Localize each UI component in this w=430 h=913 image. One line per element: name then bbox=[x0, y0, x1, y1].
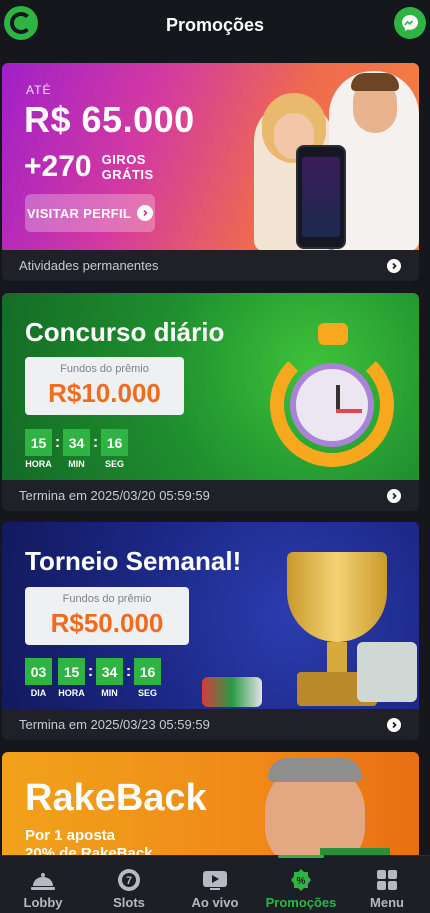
prize-fund-label: Fundos do prêmio bbox=[60, 363, 149, 375]
promo-title: Torneio Semanal! bbox=[25, 546, 242, 576]
nav-label: Ao vivo bbox=[191, 895, 239, 910]
nav-item-live[interactable]: Ao vivo bbox=[172, 856, 258, 913]
nav-label: Lobby bbox=[23, 895, 63, 910]
nav-item-menu[interactable]: Menu bbox=[344, 856, 430, 913]
promo-title: Concurso diário bbox=[25, 317, 225, 347]
nav-label: Slots bbox=[113, 895, 145, 910]
timer-minutes-label: MIN bbox=[101, 688, 118, 698]
timer-seconds: 16 bbox=[134, 658, 161, 685]
promo-banner-daily-contest[interactable]: Concurso diário Fundos do prêmio R$10.00… bbox=[2, 293, 419, 480]
promo-card-daily-contest[interactable]: Concurso diário Fundos do prêmio R$10.00… bbox=[2, 293, 419, 511]
bottom-navigation: Lobby 7 Slots Ao vivo % Promoções Menu bbox=[0, 855, 430, 913]
prize-fund-box: Fundos do prêmio R$50.000 bbox=[25, 587, 189, 645]
promo-footer-text: Termina em 2025/03/23 05:59:59 bbox=[19, 717, 210, 732]
nav-item-promotions[interactable]: % Promoções bbox=[258, 856, 344, 913]
chevron-right-icon[interactable] bbox=[387, 488, 401, 503]
timer-minutes-label: MIN bbox=[68, 459, 85, 469]
slot-icon: 7 bbox=[117, 868, 141, 892]
promo-banner-welcome[interactable]: ATÉ R$ 65.000 +270 GIROS GRÁTIS VISITAR … bbox=[2, 63, 419, 250]
nav-label: Promoções bbox=[265, 895, 337, 910]
messenger-icon[interactable] bbox=[394, 7, 426, 39]
timer-seconds-label: SEG bbox=[104, 459, 124, 469]
bell-icon bbox=[30, 868, 56, 892]
promo-card-rakeback[interactable]: RakeBack Por 1 aposta 20% de RakeBack bbox=[2, 752, 419, 862]
timer-seconds-label: SEG bbox=[137, 688, 157, 698]
timer-days: 03 bbox=[25, 658, 52, 685]
visit-profile-button[interactable]: VISITAR PERFIL bbox=[25, 194, 155, 232]
promo-footer[interactable]: Termina em 2025/03/23 05:59:59 bbox=[2, 709, 419, 740]
grid-menu-icon bbox=[376, 868, 398, 892]
promo-footer[interactable]: Atividades permanentes bbox=[2, 250, 419, 281]
promo-subtitle-line1: Por 1 aposta bbox=[25, 827, 116, 844]
svg-text:%: % bbox=[297, 876, 306, 887]
free-spins-line1: GIROS bbox=[101, 152, 146, 167]
promo-card-welcome[interactable]: ATÉ R$ 65.000 +270 GIROS GRÁTIS VISITAR … bbox=[2, 63, 419, 281]
promo-title: RakeBack bbox=[25, 777, 207, 819]
free-spins: +270 GIROS GRÁTIS bbox=[24, 150, 154, 184]
timer-hours: 15 bbox=[25, 429, 52, 456]
promo-footer-text: Atividades permanentes bbox=[19, 258, 159, 273]
promo-footer-text: Termina em 2025/03/20 05:59:59 bbox=[19, 488, 210, 503]
chevron-right-icon[interactable] bbox=[387, 717, 401, 732]
trophy-image bbox=[202, 547, 417, 709]
countdown-timer: 03 DIA 15 HORA : 34 MIN : 16 SEG bbox=[25, 658, 161, 698]
timer-seconds: 16 bbox=[101, 429, 128, 456]
top-header: Promoções bbox=[0, 0, 430, 50]
nav-item-lobby[interactable]: Lobby bbox=[0, 856, 86, 913]
promo-card-weekly-tournament[interactable]: Torneio Semanal! Fundos do prêmio R$50.0… bbox=[2, 522, 419, 740]
timer-days-label: DIA bbox=[30, 688, 47, 698]
free-spins-count: +270 bbox=[24, 150, 92, 183]
promo-prefix: ATÉ bbox=[26, 83, 52, 97]
promo-footer[interactable]: Termina em 2025/03/20 05:59:59 bbox=[2, 480, 419, 511]
promo-banner-weekly-tournament[interactable]: Torneio Semanal! Fundos do prêmio R$50.0… bbox=[2, 522, 419, 709]
promo-man-image bbox=[260, 758, 390, 862]
prize-fund-box: Fundos do prêmio R$10.000 bbox=[25, 357, 184, 415]
countdown-timer: 15 HORA : 34 MIN : 16 SEG bbox=[25, 429, 128, 469]
prize-fund-value: R$50.000 bbox=[50, 608, 164, 638]
chevron-right-icon[interactable] bbox=[387, 258, 401, 273]
promo-amount: R$ 65.000 bbox=[24, 99, 195, 140]
promo-banner-rakeback[interactable]: RakeBack Por 1 aposta 20% de RakeBack bbox=[2, 752, 419, 862]
stopwatch-image bbox=[270, 323, 400, 473]
chevron-right-icon bbox=[137, 205, 154, 221]
prize-fund-label: Fundos do prêmio bbox=[62, 593, 152, 605]
promo-icon: % bbox=[289, 868, 313, 892]
timer-minutes: 34 bbox=[96, 658, 123, 685]
free-spins-label: GIROS GRÁTIS bbox=[102, 152, 154, 182]
page-title: Promoções bbox=[165, 14, 265, 35]
timer-hours-label: HORA bbox=[58, 688, 85, 698]
live-tv-icon bbox=[202, 868, 228, 892]
timer-minutes: 34 bbox=[63, 429, 90, 456]
svg-text:7: 7 bbox=[126, 875, 132, 887]
nav-label: Menu bbox=[370, 895, 404, 910]
nav-item-slots[interactable]: 7 Slots bbox=[86, 856, 172, 913]
timer-hours-label: HORA bbox=[25, 459, 52, 469]
gigabet-logo-icon[interactable] bbox=[4, 6, 38, 40]
timer-hours: 15 bbox=[58, 658, 85, 685]
free-spins-line2: GRÁTIS bbox=[101, 167, 154, 182]
prize-fund-value: R$10.000 bbox=[48, 378, 161, 408]
promo-people-image bbox=[234, 71, 419, 250]
visit-profile-label: VISITAR PERFIL bbox=[26, 205, 132, 221]
